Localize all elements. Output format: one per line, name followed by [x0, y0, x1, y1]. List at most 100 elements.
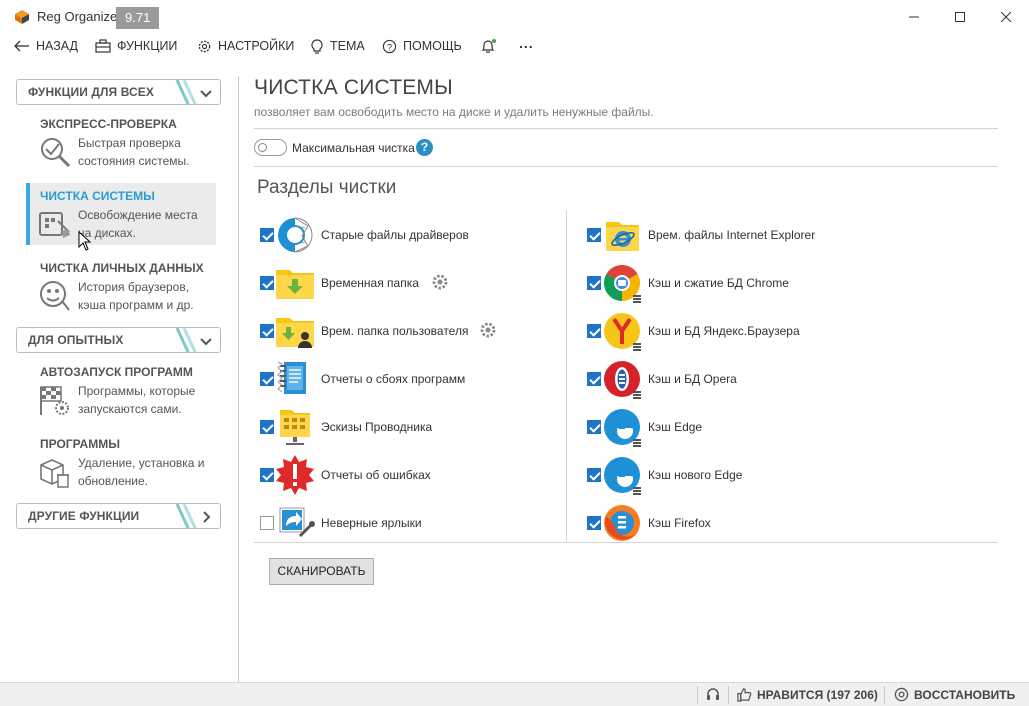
mouse-cursor-icon: [78, 231, 92, 251]
list-item-edge[interactable]: Кэш Edge: [587, 404, 987, 448]
broken-shortcuts-icon: [279, 507, 315, 538]
scan-button[interactable]: СКАНИРОВАТЬ: [269, 558, 374, 585]
list-item-chrome[interactable]: Кэш и сжатие БД Chrome: [587, 260, 987, 304]
group-header-other[interactable]: ДРУГИЕ ФУНКЦИИ: [16, 503, 221, 529]
checkbox[interactable]: [260, 516, 274, 530]
help-circle-icon: ?: [382, 39, 397, 53]
crash-reports-icon: [277, 361, 306, 394]
maximize-button[interactable]: [937, 0, 983, 34]
list-item-user-temp-folder[interactable]: Врем. папка пользователя: [260, 308, 560, 352]
theme-menu[interactable]: ТЕМА: [310, 34, 365, 58]
item-label: Неверные ярлыки: [321, 516, 422, 530]
page-title: ЧИСТКА СИСТЕМЫ: [254, 76, 453, 99]
divider: [254, 542, 998, 543]
toolbar: НАЗАД ФУНКЦИИ НАСТРОЙКИ ТЕМА ? ПОМОЩЬ ..…: [0, 34, 1029, 58]
divider: [254, 128, 998, 129]
item-label: Кэш нового Edge: [648, 468, 743, 482]
group-header-advanced[interactable]: ДЛЯ ОПЫТНЫХ: [16, 327, 221, 353]
explorer-thumbnails-icon: [280, 410, 310, 445]
max-clean-toggle[interactable]: [254, 139, 287, 156]
sidebar-divider: [238, 76, 239, 682]
list-item-temp-folder[interactable]: Временная папка: [260, 260, 560, 304]
edge-icon: [604, 409, 641, 447]
sidebar-item-system-clean[interactable]: ЧИСТКА СИСТЕМЫ Освобождение места на дис…: [26, 183, 216, 245]
more-button[interactable]: ...: [519, 34, 534, 58]
support-button[interactable]: [705, 687, 726, 703]
race-flag-gear-icon: [40, 386, 69, 415]
separator: [884, 686, 885, 704]
sidebar-item-programs[interactable]: ПРОГРАММЫ Удаление, установка и обновлен…: [26, 431, 216, 493]
item-label: Временная папка: [321, 276, 419, 290]
close-button[interactable]: [983, 0, 1029, 34]
user-temp-folder-icon: [276, 318, 314, 348]
checkbox[interactable]: [587, 228, 601, 242]
divider: [254, 166, 998, 167]
close-icon: [1001, 12, 1011, 22]
maximize-icon: [955, 12, 965, 22]
driver-files-icon: [278, 217, 313, 253]
group-label-other: ДРУГИЕ ФУНКЦИИ: [28, 509, 140, 523]
sidebar-item-title: ЧИСТКА СИСТЕМЫ: [40, 189, 155, 203]
list-item-firefox[interactable]: Кэш Firefox: [587, 500, 987, 544]
like-button[interactable]: НРАВИТСЯ (197 206): [737, 687, 878, 702]
firefox-icon: [604, 505, 640, 541]
help-icon[interactable]: ?: [416, 139, 433, 156]
toolbox-icon: [95, 39, 111, 53]
item-label: Отчеты о сбоях программ: [321, 372, 466, 386]
checkbox[interactable]: [587, 324, 601, 338]
checkbox[interactable]: [260, 372, 274, 386]
back-button[interactable]: НАЗАД: [14, 34, 78, 58]
checkbox[interactable]: [260, 420, 274, 434]
minimize-icon: [909, 16, 919, 18]
item-label: Кэш и БД Яндекс.Браузера: [648, 324, 800, 338]
list-item-crash-reports[interactable]: Отчеты о сбоях программ: [260, 356, 560, 400]
back-label: НАЗАД: [36, 39, 78, 53]
sidebar-item-autostart[interactable]: АВТОЗАПУСК ПРОГРАММ Программы, которые з…: [26, 359, 216, 421]
checkbox[interactable]: [260, 324, 274, 338]
new-edge-icon: [604, 457, 641, 495]
list-item-opera[interactable]: Кэш и БД Opera: [587, 356, 987, 400]
svg-text:?: ?: [387, 42, 392, 52]
privacy-mask-icon: [40, 281, 70, 311]
list-item-new-edge[interactable]: Кэш нового Edge: [587, 452, 987, 496]
bell-icon: [481, 39, 496, 53]
list-item-ie-files[interactable]: Врем. файлы Internet Explorer: [587, 212, 987, 256]
group-header-all[interactable]: ФУНКЦИИ ДЛЯ ВСЕХ: [16, 79, 221, 105]
help-label: ПОМОЩЬ: [403, 39, 462, 53]
list-item-error-reports[interactable]: Отчеты об ошибках: [260, 452, 560, 496]
list-item-explorer-thumbnails[interactable]: Эскизы Проводника: [260, 404, 560, 448]
toggle-knob: [258, 143, 267, 152]
restore-button[interactable]: ВОССТАНОВИТЬ: [894, 687, 1015, 702]
status-bar: НРАВИТСЯ (197 206) ВОССТАНОВИТЬ: [0, 682, 1029, 706]
list-item-yandex[interactable]: Кэш и БД Яндекс.Браузера: [587, 308, 987, 352]
settings-menu[interactable]: НАСТРОЙКИ: [197, 34, 294, 58]
more-label: ...: [519, 35, 534, 51]
app-title: Reg Organizer: [37, 9, 122, 24]
sidebar-item-title: АВТОЗАПУСК ПРОГРАММ: [40, 365, 193, 379]
checkbox[interactable]: [260, 228, 274, 242]
functions-menu[interactable]: ФУНКЦИИ: [95, 34, 177, 58]
help-menu[interactable]: ? ПОМОЩЬ: [382, 34, 462, 58]
headset-icon: [707, 688, 719, 700]
checkbox[interactable]: [260, 468, 274, 482]
checkbox[interactable]: [587, 420, 601, 434]
checkbox[interactable]: [587, 276, 601, 290]
checkbox[interactable]: [587, 372, 601, 386]
checkbox[interactable]: [587, 468, 601, 482]
gear-icon[interactable]: [431, 273, 449, 291]
checkbox[interactable]: [260, 276, 274, 290]
minimize-button[interactable]: [891, 0, 937, 34]
item-label: Кэш Edge: [648, 420, 703, 434]
sidebar-item-express-check[interactable]: ЭКСПРЕСС-ПРОВЕРКА Быстрая проверка состо…: [26, 111, 216, 173]
item-label: Эскизы Проводника: [321, 420, 433, 434]
notifications-button[interactable]: [480, 34, 504, 58]
gear-icon[interactable]: [479, 321, 497, 339]
list-item-driver-files[interactable]: Старые файлы драйверов: [260, 212, 560, 256]
list-item-broken-shortcuts[interactable]: Неверные ярлыки: [260, 500, 560, 544]
sidebar-item-desc: Освобождение места на дисках.: [78, 208, 198, 240]
checkbox[interactable]: [587, 516, 601, 530]
item-label: Кэш Firefox: [648, 516, 711, 530]
max-clean-label: Максимальная чистка: [292, 141, 415, 155]
sidebar-item-desc: История браузеров, кэша программ и др.: [78, 280, 194, 312]
sidebar-item-private-data[interactable]: ЧИСТКА ЛИЧНЫХ ДАННЫХ История браузеров, …: [26, 255, 216, 317]
